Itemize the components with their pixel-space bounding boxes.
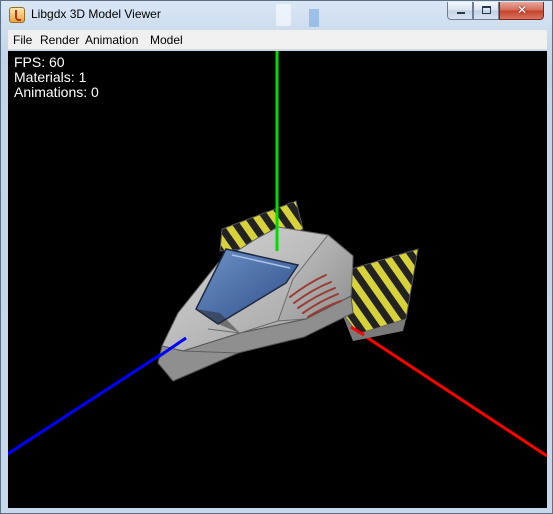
- app-window: Libgdx 3D Model Viewer ✕ File Render Ani…: [0, 0, 553, 514]
- window-title: Libgdx 3D Model Viewer: [31, 7, 161, 21]
- minimize-button[interactable]: [447, 2, 473, 20]
- menu-render[interactable]: Render: [40, 33, 79, 47]
- close-icon: ✕: [517, 3, 528, 17]
- render-viewport[interactable]: FPS: 60 Materials: 1 Animations: 0: [8, 51, 547, 508]
- scene-canvas: [8, 51, 547, 458]
- close-button[interactable]: ✕: [499, 2, 544, 20]
- menu-model[interactable]: Model: [150, 33, 183, 47]
- maximize-icon: [482, 6, 491, 14]
- minimize-icon: [457, 12, 465, 14]
- x-axis-line: [350, 325, 547, 458]
- animations-readout: Animations: 0: [14, 84, 99, 100]
- background-window-glimpse: [276, 4, 291, 26]
- materials-readout: Materials: 1: [14, 69, 87, 85]
- stats-overlay: FPS: 60 Materials: 1 Animations: 0: [14, 55, 99, 100]
- background-window-glimpse-2: [309, 9, 319, 27]
- spaceship-model: [157, 200, 419, 382]
- fps-readout: FPS: 60: [14, 54, 65, 70]
- menu-file[interactable]: File: [13, 33, 32, 47]
- menu-bar: File Render Animation Model: [8, 30, 547, 50]
- title-bar[interactable]: Libgdx 3D Model Viewer ✕: [1, 1, 552, 30]
- java-app-icon[interactable]: [9, 7, 25, 23]
- menu-animation[interactable]: Animation: [85, 33, 138, 47]
- maximize-button[interactable]: [473, 2, 499, 20]
